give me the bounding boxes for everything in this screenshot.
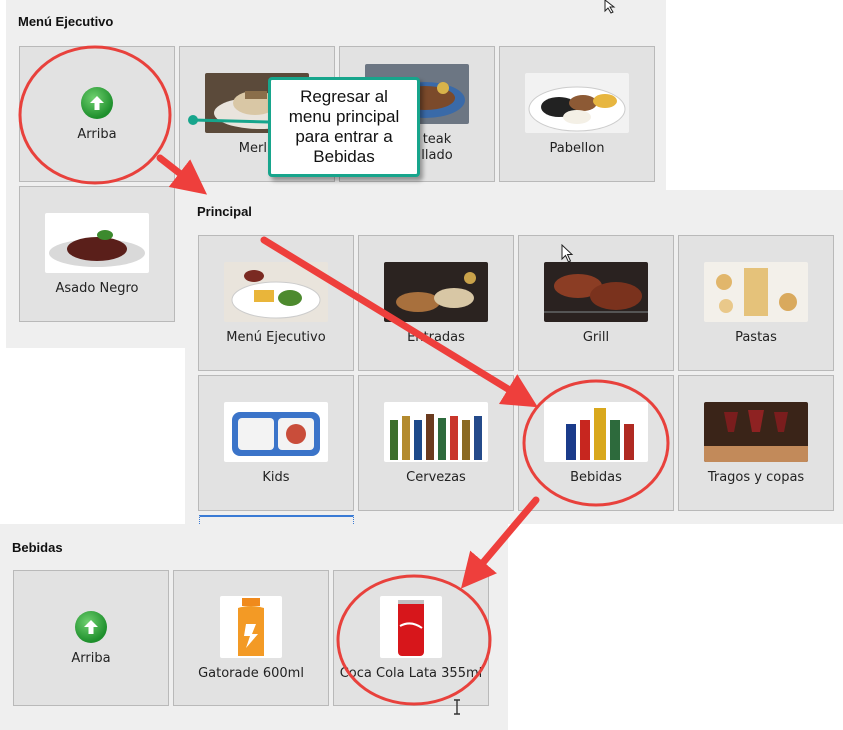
tile-label: Coca Cola Lata 355ml	[339, 665, 483, 681]
wine-glasses-image	[704, 401, 808, 462]
tile-label: Pabellon	[549, 140, 605, 156]
text-cursor-icon	[454, 699, 460, 715]
tile-label: Cervezas	[406, 469, 466, 485]
tile-label: Arriba	[77, 126, 117, 142]
menu-ejecutivo-image	[224, 261, 328, 322]
tile-label: Kids	[262, 469, 290, 485]
menu-tile-pastas[interactable]: Pastas	[678, 235, 834, 371]
tile-label: Tragos y copas	[707, 469, 805, 485]
menu-tile-bebidas[interactable]: Bebidas	[518, 375, 674, 511]
panel-title: Menú Ejecutivo	[18, 14, 114, 29]
beer-bottles-image	[384, 401, 488, 462]
gatorade-bottle-image	[220, 595, 282, 658]
tile-label: Menú Ejecutivo	[226, 329, 326, 345]
tile-label: Arriba	[71, 650, 111, 666]
panel-title: Principal	[197, 204, 252, 219]
arrow-up-icon	[75, 610, 107, 643]
menu-tile-entradas[interactable]: Entradas	[358, 235, 514, 371]
pastas-image	[704, 261, 808, 322]
tile-label: Asado Negro	[55, 280, 139, 296]
tile-label: Grill	[582, 329, 610, 345]
mouse-pointer-icon	[561, 244, 574, 263]
menu-tile-tragos-y-copas[interactable]: Tragos y copas	[678, 375, 834, 511]
drinks-image	[544, 401, 648, 462]
tile-label: Gatorade 600ml	[198, 665, 304, 681]
arrow-up-icon	[81, 86, 113, 119]
menu-tile-asado-negro[interactable]: Asado Negro	[19, 186, 175, 322]
menu-tile-grill[interactable]: Grill	[518, 235, 674, 371]
panel-title: Bebidas	[12, 540, 63, 555]
selected-tile-edge	[199, 515, 354, 524]
tile-label: Bebidas	[570, 469, 622, 485]
entradas-image	[384, 261, 488, 322]
tile-label: teak llado	[421, 132, 453, 163]
menu-tile-kids[interactable]: Kids	[198, 375, 354, 511]
menu-tile-gatorade[interactable]: Gatorade 600ml	[173, 570, 329, 706]
up-button[interactable]: Arriba	[19, 46, 175, 182]
coca-cola-can-image	[380, 595, 442, 658]
menu-tile-cervezas[interactable]: Cervezas	[358, 375, 514, 511]
menu-tile-pabellon[interactable]: Pabellon	[499, 46, 655, 182]
asado-negro-image	[45, 212, 149, 273]
kids-meal-image	[224, 401, 328, 462]
menu-tile-coca-cola[interactable]: Coca Cola Lata 355ml	[333, 570, 489, 706]
tile-label: Entradas	[407, 329, 465, 345]
menu-tile-menu-ejecutivo[interactable]: Menú Ejecutivo	[198, 235, 354, 371]
callout-annotation: Regresar al menu principal para entrar a…	[268, 77, 420, 177]
tile-label: Pastas	[735, 329, 777, 345]
mouse-pointer-icon	[604, 0, 616, 14]
up-button[interactable]: Arriba	[13, 570, 169, 706]
grill-image	[544, 261, 648, 322]
pabellon-dish-image	[525, 72, 629, 133]
